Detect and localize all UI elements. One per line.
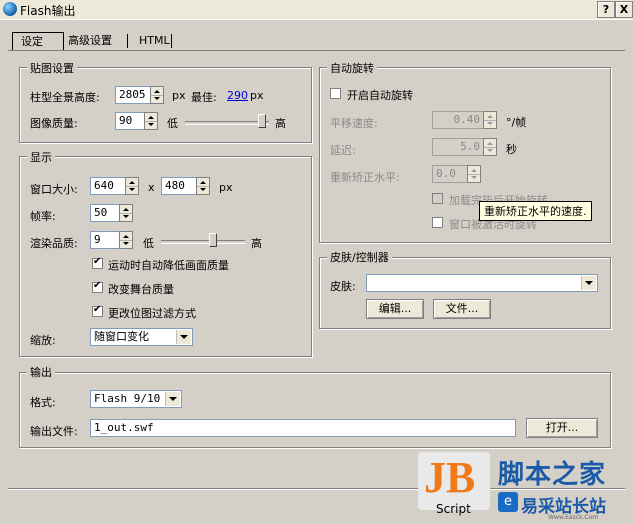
window-title: Flash输出 — [20, 4, 76, 18]
tab-baseline — [8, 50, 625, 51]
size-x-label: x — [148, 181, 155, 194]
render-quality-slider-track[interactable] — [161, 240, 245, 244]
window-height-input[interactable]: 480 — [161, 177, 197, 195]
render-quality-label: 渲染品质: — [30, 237, 78, 250]
watermark-url: Www.Easck.Com — [548, 514, 599, 521]
render-high-label: 高 — [251, 237, 262, 250]
change-stage-quality-checkbox[interactable] — [92, 280, 103, 293]
texture-group — [19, 67, 312, 143]
tab-divider — [171, 34, 172, 48]
quality-high-label: 高 — [275, 117, 286, 130]
window-size-label: 窗口大小: — [30, 183, 78, 196]
size-px-unit: px — [219, 181, 233, 194]
bitmap-filter-checkbox[interactable] — [92, 304, 103, 317]
texture-group-title: 贴图设置 — [27, 60, 77, 76]
format-select-value: Flash 9/10 — [94, 392, 161, 405]
enable-autorotate-label: 开启自动旋转 — [347, 89, 413, 102]
delay-label: 延迟: — [330, 144, 356, 157]
auto-lower-quality-label: 运动时自动降低画面质量 — [108, 259, 229, 272]
output-group-title: 输出 — [27, 364, 55, 380]
image-quality-slider-track[interactable] — [185, 121, 269, 125]
pan-speed-label: 平移速度: — [330, 117, 378, 130]
fps-label: 帧率: — [30, 210, 56, 223]
image-quality-spinner[interactable] — [144, 112, 158, 130]
bitmap-filter-label: 更改位图过滤方式 — [108, 307, 196, 320]
open-file-button[interactable]: 打开... — [526, 418, 598, 438]
window-width-spinner[interactable] — [125, 177, 139, 195]
edit-skin-button[interactable]: 编辑... — [366, 299, 424, 319]
image-quality-label: 图像质量: — [30, 117, 78, 130]
watermark-script: Script — [436, 502, 471, 516]
output-file-input[interactable]: 1_out.swf — [90, 419, 516, 437]
watermark-logo-icon: e — [498, 492, 518, 512]
window-height-spinner[interactable] — [196, 177, 210, 195]
window-width-input[interactable]: 640 — [90, 177, 126, 195]
auto-lower-quality-checkbox[interactable] — [92, 256, 103, 269]
format-select[interactable]: Flash 9/10 — [90, 390, 182, 408]
best-value-link[interactable]: 290 — [227, 89, 248, 102]
chevron-down-icon — [165, 392, 180, 406]
render-quality-input[interactable]: 9 — [90, 231, 120, 249]
pan-speed-spinner[interactable] — [483, 111, 497, 129]
px-unit: px — [172, 89, 186, 102]
autorotate-group-title: 自动旋转 — [327, 60, 377, 76]
delay-input[interactable]: 5.0 — [432, 138, 484, 156]
delay-unit: 秒 — [506, 143, 517, 156]
rotate-after-load-checkbox[interactable] — [432, 193, 443, 204]
fps-spinner[interactable] — [119, 204, 133, 222]
skin-label: 皮肤: — [330, 280, 356, 293]
recenter-spinner[interactable] — [467, 165, 481, 183]
recenter-label: 重新矫正水平: — [330, 171, 400, 184]
skin-select[interactable] — [366, 274, 598, 292]
skin-group-title: 皮肤/控制器 — [327, 249, 392, 265]
title-bar: Flash输出 ? X — [0, 0, 633, 20]
pano-height-input[interactable]: 2805 — [115, 86, 151, 104]
image-quality-slider-thumb[interactable] — [258, 114, 267, 128]
recenter-tooltip: 重新矫正水平的速度. — [479, 201, 592, 221]
pano-height-label: 柱型全景高度: — [30, 91, 100, 104]
zoom-label: 缩放: — [30, 334, 56, 347]
close-button[interactable]: X — [615, 1, 633, 18]
rotate-on-activate-checkbox[interactable] — [432, 217, 443, 228]
change-stage-quality-label: 改变舞台质量 — [108, 283, 174, 296]
tab-settings[interactable]: 设定 — [12, 32, 64, 51]
render-quality-slider-thumb[interactable] — [209, 233, 218, 247]
display-group-title: 显示 — [27, 149, 55, 165]
render-quality-spinner[interactable] — [119, 231, 133, 249]
format-label: 格式: — [30, 396, 56, 409]
pan-speed-input[interactable]: 0.40 — [432, 111, 484, 129]
delay-spinner[interactable] — [483, 138, 497, 156]
watermark-site1: 脚本之家 — [498, 460, 607, 490]
best-unit: px — [250, 89, 264, 102]
app-icon — [3, 2, 17, 16]
enable-autorotate-checkbox[interactable] — [330, 88, 341, 99]
render-low-label: 低 — [143, 237, 154, 250]
tab-advanced[interactable]: 高级设置 — [60, 32, 120, 50]
fps-input[interactable]: 50 — [90, 204, 120, 222]
image-quality-input[interactable]: 90 — [115, 112, 145, 130]
chevron-down-icon — [581, 276, 596, 290]
watermark: JB Script 脚本之家 e 易采站长站 Www.Easck.Com — [418, 448, 633, 524]
chevron-down-icon — [176, 330, 191, 344]
skin-file-button[interactable]: 文件... — [433, 299, 491, 319]
output-file-label: 输出文件: — [30, 425, 78, 438]
zoom-select-value: 随窗口变化 — [94, 330, 149, 343]
recenter-input[interactable]: 0.0 — [432, 165, 468, 183]
best-label: 最佳: — [191, 91, 217, 104]
pano-height-spinner[interactable] — [150, 86, 164, 104]
quality-low-label: 低 — [167, 117, 178, 130]
watermark-jb: JB — [424, 453, 476, 502]
tab-divider — [127, 34, 128, 48]
help-button[interactable]: ? — [597, 1, 615, 18]
pan-speed-unit: °/帧 — [506, 116, 527, 129]
zoom-select[interactable]: 随窗口变化 — [90, 328, 193, 346]
